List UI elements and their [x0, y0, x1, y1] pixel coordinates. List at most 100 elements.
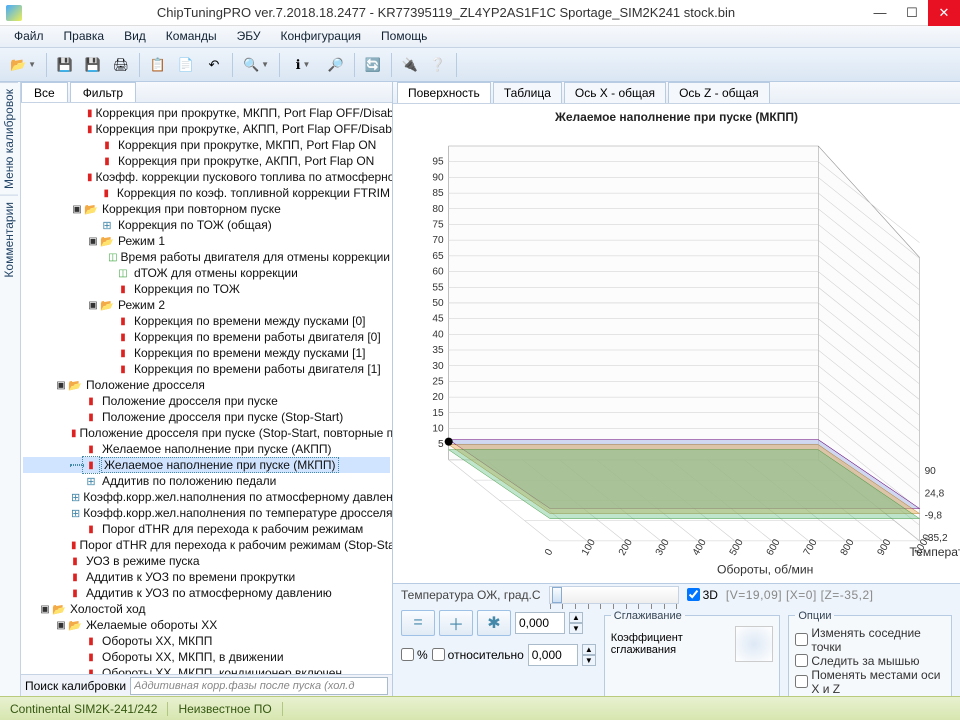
- menu-Вид[interactable]: Вид: [114, 26, 156, 47]
- close-button[interactable]: ✕: [928, 0, 960, 26]
- tree-item[interactable]: Коррекция при прокрутке, АКПП, Port Flap…: [23, 121, 390, 137]
- chart-icon: [71, 537, 77, 553]
- smoothing-preview-icon[interactable]: [735, 626, 774, 662]
- menu-Конфигурация[interactable]: Конфигурация: [270, 26, 371, 47]
- righttab-0[interactable]: Поверхность: [397, 82, 491, 103]
- righttab-1[interactable]: Таблица: [493, 82, 562, 103]
- value-input[interactable]: [515, 612, 565, 634]
- tree-item[interactable]: Порог dTHR для перехода к рабочим режима…: [23, 521, 390, 537]
- plus-button[interactable]: ＋: [439, 610, 473, 636]
- menu-ЭБУ[interactable]: ЭБУ: [227, 26, 271, 47]
- opt-swap-axes-checkbox[interactable]: Поменять местами оси X и Z: [795, 668, 945, 696]
- righttab-3[interactable]: Ось Z - общая: [668, 82, 770, 103]
- find-button[interactable]: 🔎: [324, 53, 348, 77]
- tree-item[interactable]: Коррекция при прокрутке, МКПП, Port Flap…: [23, 105, 390, 121]
- tree-item[interactable]: Коррекция при прокрутке, МКПП, Port Flap…: [23, 137, 390, 153]
- menu-Помощь[interactable]: Помощь: [371, 26, 437, 47]
- tree-item[interactable]: Коррекция по ТОЖ: [23, 281, 390, 297]
- reload-button[interactable]: 🔄: [361, 53, 385, 77]
- chart-icon: [115, 281, 131, 297]
- maximize-button[interactable]: ☐: [896, 0, 928, 26]
- chart-icon: [115, 313, 131, 329]
- relative-checkbox[interactable]: относительно: [432, 648, 524, 662]
- relative-input[interactable]: [528, 644, 578, 666]
- open-button[interactable]: 📂▼: [6, 53, 40, 77]
- calibration-tree[interactable]: Коррекция при прокрутке, МКПП, Port Flap…: [21, 103, 392, 674]
- help-button[interactable]: ❔: [426, 53, 450, 77]
- readout: [V=19,09] [X=0] [Z=-35,2]: [726, 588, 874, 602]
- temp-slider[interactable]: [549, 586, 679, 604]
- save-button[interactable]: 💾: [53, 53, 77, 77]
- tree-item[interactable]: Коэфф.корр.жел.наполнения по температуре…: [23, 505, 390, 521]
- print-button[interactable]: 🖨: [109, 53, 133, 77]
- 3d-checkbox[interactable]: 3D: [687, 588, 718, 602]
- copy-button[interactable]: 📋: [146, 53, 170, 77]
- tree-item[interactable]: Время работы двигателя для отмены коррек…: [23, 249, 390, 265]
- menu-Команды[interactable]: Команды: [156, 26, 227, 47]
- chart-icon: [83, 441, 99, 457]
- lefttab-Фильтр[interactable]: Фильтр: [70, 82, 136, 102]
- equals-button[interactable]: =: [401, 610, 435, 636]
- tree-item[interactable]: Положение дросселя при пуске (Stop-Start…: [23, 409, 390, 425]
- tree-item[interactable]: Коррекция по времени между пусками [0]: [23, 313, 390, 329]
- connect-button[interactable]: 🔌: [398, 53, 422, 77]
- tree-item[interactable]: Коррекция при прокрутке, АКПП, Port Flap…: [23, 153, 390, 169]
- multiply-button[interactable]: ✱: [477, 610, 511, 636]
- tree-item[interactable]: Положение дросселя при пуске: [23, 393, 390, 409]
- tree-item[interactable]: Коррекция по времени работы двигателя [1…: [23, 361, 390, 377]
- compare-button[interactable]: 🔍▼: [239, 53, 273, 77]
- tree-item[interactable]: ▣Холостой ход: [23, 601, 390, 617]
- tree-item[interactable]: Аддитив к УОЗ по атмосферному давлению: [23, 585, 390, 601]
- tree-item[interactable]: dТОЖ для отмены коррекции: [23, 265, 390, 281]
- chart-icon: [83, 457, 99, 473]
- spin-up-button[interactable]: ▲: [569, 612, 583, 623]
- paste-button[interactable]: 📄: [174, 53, 198, 77]
- tree-item[interactable]: Обороты ХХ, МКПП. кондиционер включен: [23, 665, 390, 674]
- tree-item[interactable]: ▣Положение дросселя: [23, 377, 390, 393]
- svg-text:24,8: 24,8: [925, 488, 945, 499]
- svg-text:95: 95: [432, 157, 444, 168]
- undo-button[interactable]: ↶: [202, 53, 226, 77]
- tree-item[interactable]: Коррекция по коэф. топливной коррекции F…: [23, 185, 390, 201]
- sidetab-1[interactable]: Комментарии: [0, 195, 18, 284]
- menu-Правка[interactable]: Правка: [54, 26, 115, 47]
- search-input[interactable]: [130, 677, 388, 695]
- tree-item[interactable]: ▣Режим 2: [23, 297, 390, 313]
- opt-neighbors-checkbox[interactable]: Изменять соседние точки: [795, 626, 945, 654]
- tree-item[interactable]: ▣Коррекция при повторном пуске: [23, 201, 390, 217]
- tree-item[interactable]: Положение дросселя при пуске (Stop-Start…: [23, 425, 390, 441]
- tree-item[interactable]: Обороты ХХ, МКПП, в движении: [23, 649, 390, 665]
- save-all-button[interactable]: 💾: [81, 53, 105, 77]
- tree-item[interactable]: Порог dTHR для перехода к рабочим режима…: [23, 537, 390, 553]
- tree-item[interactable]: ▣Желаемые обороты ХХ: [23, 617, 390, 633]
- spin-down-button[interactable]: ▼: [569, 623, 583, 634]
- opt-follow-mouse-checkbox[interactable]: Следить за мышью: [795, 654, 945, 668]
- righttab-2[interactable]: Ось X - общая: [564, 82, 666, 103]
- sidetab-0[interactable]: Меню калибровок: [0, 82, 18, 195]
- status-ecu: Continental SIM2K-241/242: [0, 702, 168, 716]
- svg-text:65: 65: [432, 251, 444, 262]
- tree-item[interactable]: Коэфф. коррекции пускового топлива по ат…: [23, 169, 390, 185]
- percent-checkbox[interactable]: %: [401, 648, 428, 662]
- lefttab-Все[interactable]: Все: [21, 82, 68, 102]
- tree-item[interactable]: Коррекция по времени работы двигателя [0…: [23, 329, 390, 345]
- tree-item[interactable]: УОЗ в режиме пуска: [23, 553, 390, 569]
- tree-item[interactable]: Аддитив к УОЗ по времени прокрутки: [23, 569, 390, 585]
- tree-item[interactable]: Коррекция по времени между пусками [1]: [23, 345, 390, 361]
- tree-item[interactable]: Желаемое наполнение при пуске (АКПП): [23, 441, 390, 457]
- tree-item[interactable]: Аддитив по положению педали: [23, 473, 390, 489]
- tree-item[interactable]: Желаемое наполнение при пуске (МКПП): [23, 457, 390, 473]
- tree-item[interactable]: Коррекция по ТОЖ (общая): [23, 217, 390, 233]
- surface-chart[interactable]: Желаемое наполнение при пуске (МКПП): [393, 104, 960, 583]
- tree-item[interactable]: ▣Режим 1: [23, 233, 390, 249]
- tree-item[interactable]: Коэфф.корр.жел.наполнения по атмосферном…: [23, 489, 390, 505]
- rel-spin-down-button[interactable]: ▼: [582, 655, 596, 666]
- minimize-button[interactable]: —: [864, 0, 896, 26]
- info-button[interactable]: ℹ▼: [286, 53, 320, 77]
- svg-text:90: 90: [432, 172, 444, 183]
- rel-spin-up-button[interactable]: ▲: [582, 644, 596, 655]
- menu-Файл[interactable]: Файл: [4, 26, 54, 47]
- svg-text:55: 55: [432, 282, 444, 293]
- svg-text:70: 70: [432, 235, 444, 246]
- tree-item[interactable]: Обороты ХХ, МКПП: [23, 633, 390, 649]
